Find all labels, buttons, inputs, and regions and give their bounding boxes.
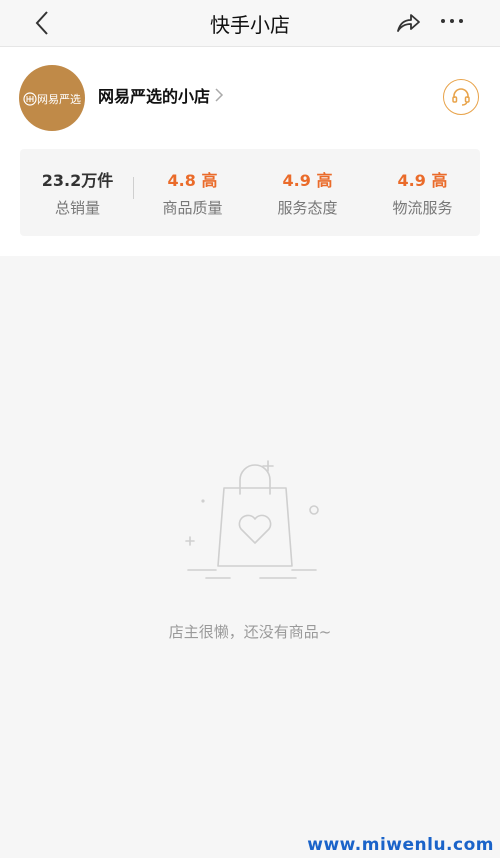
customer-service-button[interactable]: [443, 79, 479, 115]
stat-divider: [133, 177, 134, 199]
share-button[interactable]: [394, 9, 422, 37]
stat-value: 23.2万件: [41, 171, 114, 190]
brand-logo-icon: [23, 92, 37, 106]
top-bar: 快手小店: [0, 0, 500, 47]
headset-icon: [452, 88, 470, 106]
share-icon: [397, 14, 420, 32]
shop-avatar[interactable]: 网易严选: [19, 65, 85, 131]
stat-label: 总销量: [54, 199, 100, 217]
stat-logistics-service: 4.9 高 物流服务: [365, 167, 480, 218]
chevron-right-icon: [215, 88, 224, 102]
page-title: 快手小店: [210, 13, 290, 37]
empty-bag-illustration: [185, 460, 319, 579]
more-dots-icon: [441, 19, 463, 23]
stat-value: 4.9 高: [282, 171, 333, 190]
stat-value: 4.8 高: [167, 171, 218, 190]
stat-value: 4.9 高: [397, 171, 448, 190]
shop-stats: 23.2万件 总销量 4.8 高 商品质量 4.9 高 服务态度 4.9 高 物…: [20, 149, 480, 236]
stat-label: 服务态度: [277, 199, 338, 217]
empty-state-message: 店主很懒，还没有商品~: [168, 623, 332, 641]
stat-label: 物流服务: [392, 199, 453, 217]
shop-name-link[interactable]: 网易严选的小店: [98, 83, 224, 107]
shop-card: 网易严选 网易严选的小店 23.2万件 总销量 4.8 高 商品质量 4.9 高…: [0, 47, 500, 256]
watermark: www.miwenlu.com: [307, 835, 494, 855]
stat-product-quality: 4.8 高 商品质量: [135, 167, 250, 218]
shop-name: 网易严选的小店: [98, 87, 211, 106]
stat-total-sales: 23.2万件 总销量: [20, 167, 135, 218]
stat-service-attitude: 4.9 高 服务态度: [250, 167, 365, 218]
more-button[interactable]: [438, 10, 466, 34]
stat-label: 商品质量: [162, 199, 223, 217]
avatar-brand-text: 网易严选: [37, 93, 81, 106]
